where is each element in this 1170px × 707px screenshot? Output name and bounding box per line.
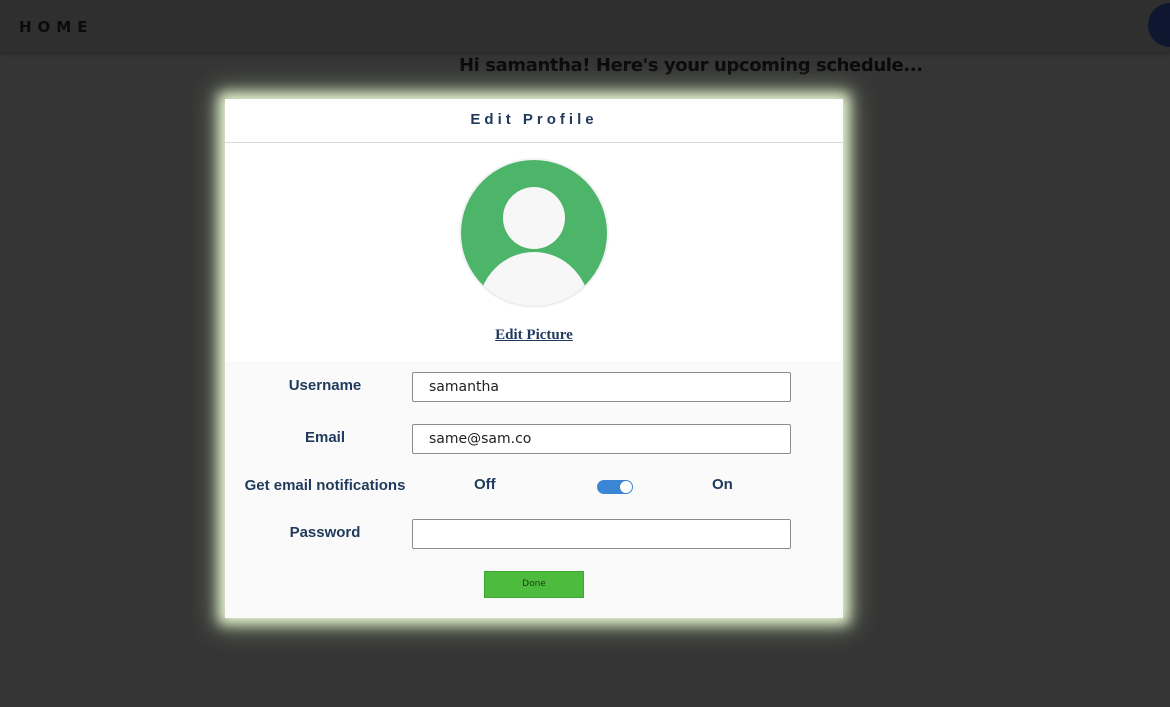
notifications-toggle[interactable] bbox=[597, 480, 633, 494]
edit-picture-link[interactable]: Edit Picture bbox=[225, 327, 843, 344]
edit-profile-modal: Edit Profile Edit Picture Username Email… bbox=[225, 99, 843, 618]
home-nav-link[interactable]: HOME bbox=[19, 18, 93, 36]
email-input[interactable] bbox=[412, 424, 791, 454]
username-input[interactable] bbox=[412, 372, 791, 402]
profile-avatar bbox=[459, 158, 609, 308]
schedule-greeting: Hi samantha! Here's your upcoming schedu… bbox=[459, 55, 923, 76]
done-button[interactable]: Done bbox=[484, 571, 584, 598]
notifications-label: Get email notifications bbox=[244, 477, 406, 494]
notifications-off-label: Off bbox=[474, 476, 496, 493]
notifications-on-label: On bbox=[712, 476, 733, 493]
password-input[interactable] bbox=[412, 519, 791, 549]
modal-header: Edit Profile bbox=[225, 99, 843, 143]
toggle-knob bbox=[620, 481, 632, 493]
top-nav-bar: HOME bbox=[0, 0, 1170, 52]
email-label: Email bbox=[304, 429, 346, 446]
user-silhouette-icon bbox=[461, 160, 607, 306]
modal-title: Edit Profile bbox=[470, 111, 598, 128]
profile-picture-section: Edit Picture bbox=[225, 143, 843, 361]
username-label: Username bbox=[288, 377, 362, 394]
account-menu-button[interactable] bbox=[1148, 3, 1170, 47]
password-label: Password bbox=[289, 524, 361, 541]
